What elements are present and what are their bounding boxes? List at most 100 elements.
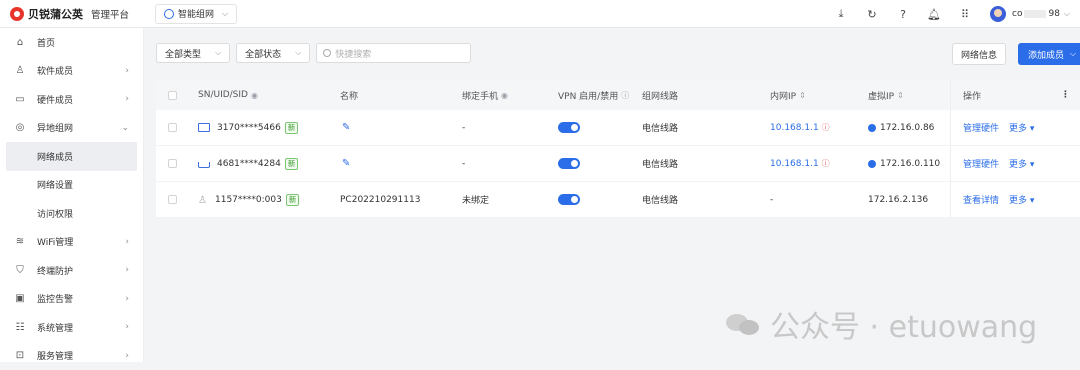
virtual-ip: 172.16.0.86 bbox=[868, 110, 934, 145]
chevron-right-icon: › bbox=[125, 265, 129, 275]
person-icon: ♙ bbox=[198, 195, 208, 205]
column-settings-icon[interactable]: ⋮ bbox=[1061, 80, 1070, 110]
help-icon[interactable]: ? bbox=[896, 7, 910, 21]
header-id: SN/UID/SID ◉ bbox=[198, 80, 258, 110]
sidebar-item-label: 终端防护 bbox=[37, 264, 73, 277]
virtual-ip-text: 172.16.0.86 bbox=[880, 123, 934, 133]
device-id: ♙ 1157****0:003 新 bbox=[198, 182, 299, 217]
sidebar-item-monitoring[interactable]: ▣ 监控告警 › bbox=[0, 285, 143, 314]
sidebar-item-hardware-members[interactable]: ▭ 硬件成员 › bbox=[0, 85, 143, 114]
sidebar-item-system[interactable]: ☷ 系统管理 › bbox=[0, 313, 143, 342]
download-icon[interactable]: ⤓ bbox=[834, 7, 848, 21]
status-dot-icon bbox=[868, 160, 876, 168]
warning-icon[interactable]: ⓘ bbox=[822, 158, 830, 169]
brand-logo-icon bbox=[10, 7, 24, 21]
app-switcher[interactable]: 智能组网 ⌵ bbox=[155, 4, 237, 24]
router-icon bbox=[198, 123, 210, 132]
sidebar-item-label: 硬件成员 bbox=[37, 93, 73, 106]
header-name: 名称 bbox=[340, 80, 358, 110]
sidebar-item-access-permissions[interactable]: 访问权限 bbox=[0, 199, 143, 228]
settings-icon: ☷ bbox=[14, 322, 26, 333]
status-filter-value: 全部状态 bbox=[245, 47, 281, 60]
chevron-down-icon: ⌵ bbox=[222, 9, 228, 19]
table-row: 3170****5466 新 ✎ - 电信线路 10.168.1.1 ⓘ 172… bbox=[156, 110, 1080, 146]
type-filter-value: 全部类型 bbox=[165, 47, 201, 60]
row-checkbox[interactable] bbox=[168, 146, 177, 181]
header-lan-ip: 内网IP ⇕ bbox=[770, 80, 806, 110]
lan-ip-link[interactable]: 10.168.1.1 bbox=[770, 159, 819, 169]
new-badge: 新 bbox=[285, 158, 299, 170]
help-icon[interactable]: ⓘ bbox=[621, 90, 629, 101]
avatar[interactable] bbox=[990, 6, 1006, 22]
manage-hardware-link[interactable]: 管理硬件 bbox=[963, 157, 999, 170]
type-filter-select[interactable]: 全部类型 ⌵ bbox=[156, 43, 230, 63]
add-member-button[interactable]: 添加成员 ⌵ bbox=[1018, 43, 1080, 65]
sidebar-item-wifi[interactable]: ≋ WiFi管理 › bbox=[0, 228, 143, 257]
chevron-right-icon: › bbox=[125, 94, 129, 104]
sidebar-item-label: 网络成员 bbox=[37, 150, 73, 163]
sidebar-item-label: 服务管理 bbox=[37, 349, 73, 362]
lan-ip-link[interactable]: 10.168.1.1 bbox=[770, 123, 819, 133]
sidebar-item-service[interactable]: ⊡ 服务管理 › bbox=[0, 342, 143, 370]
search-input[interactable]: 快捷搜索 bbox=[316, 43, 471, 63]
row-actions: 管理硬件 更多 ▾ bbox=[950, 146, 1080, 181]
vpn-toggle[interactable] bbox=[558, 146, 580, 181]
sidebar-item-label: 系统管理 bbox=[37, 321, 73, 334]
grid-apps-icon[interactable]: ⠿ bbox=[958, 7, 972, 21]
new-badge: 新 bbox=[286, 194, 300, 206]
eye-icon[interactable]: ◉ bbox=[251, 91, 258, 100]
more-dropdown[interactable]: 更多 ▾ bbox=[1009, 193, 1034, 206]
username-prefix: co bbox=[1012, 9, 1022, 19]
status-dot-icon bbox=[868, 124, 876, 132]
sidebar-item-remote-network[interactable]: ◎ 异地组网 ⌄ bbox=[0, 114, 143, 143]
home-icon: ⌂ bbox=[14, 37, 26, 48]
brand[interactable]: 贝锐蒲公英 管理平台 bbox=[0, 6, 145, 22]
watermark: 公众号 · etuowang bbox=[726, 302, 1037, 346]
row-checkbox[interactable] bbox=[168, 182, 177, 217]
refresh-icon[interactable]: ↻ bbox=[865, 7, 879, 21]
route: 电信线路 bbox=[642, 182, 678, 217]
edit-name-icon[interactable]: ✎ bbox=[342, 110, 350, 145]
sort-icon[interactable]: ⇕ bbox=[897, 91, 904, 100]
sidebar-item-endpoint-protection[interactable]: ⛉ 终端防护 › bbox=[0, 256, 143, 285]
sidebar-item-label: 访问权限 bbox=[37, 207, 73, 220]
virtual-ip: 172.16.0.110 bbox=[868, 146, 940, 181]
sidebar-item-network-members[interactable]: 网络成员 bbox=[6, 142, 137, 171]
more-dropdown[interactable]: 更多 ▾ bbox=[1009, 157, 1034, 170]
network-icon: ◎ bbox=[14, 122, 26, 133]
header-phone: 绑定手机 ◉ bbox=[462, 80, 508, 110]
header-vpn: VPN 启用/禁用 ⓘ bbox=[558, 80, 629, 110]
vpn-toggle[interactable] bbox=[558, 110, 580, 145]
sort-icon[interactable]: ⇕ bbox=[799, 91, 806, 100]
sidebar-item-home[interactable]: ⌂ 首页 bbox=[0, 28, 143, 57]
sidebar-item-label: 异地组网 bbox=[37, 121, 73, 134]
network-info-button[interactable]: 网络信息 bbox=[952, 43, 1006, 65]
select-all-checkbox[interactable] bbox=[168, 80, 177, 110]
view-details-link[interactable]: 查看详情 bbox=[963, 193, 999, 206]
search-icon bbox=[323, 49, 331, 57]
brand-name: 贝锐蒲公英 bbox=[28, 6, 83, 22]
warning-icon[interactable]: ⓘ bbox=[822, 122, 830, 133]
vpn-toggle[interactable] bbox=[558, 182, 580, 217]
manage-hardware-link[interactable]: 管理硬件 bbox=[963, 121, 999, 134]
virtual-ip-text: 172.16.0.110 bbox=[880, 159, 940, 169]
more-dropdown[interactable]: 更多 ▾ bbox=[1009, 121, 1034, 134]
more-label: 更多 bbox=[1009, 196, 1027, 206]
eye-icon[interactable]: ◉ bbox=[501, 91, 508, 100]
router-icon bbox=[198, 162, 210, 168]
route: 电信线路 bbox=[642, 110, 678, 145]
username[interactable]: co 98 ⌵ bbox=[1012, 9, 1070, 19]
chevron-down-icon: ⌵ bbox=[1070, 49, 1076, 59]
row-checkbox[interactable] bbox=[168, 110, 177, 145]
chevron-down-icon: ⌄ bbox=[121, 123, 129, 133]
search-placeholder: 快捷搜索 bbox=[335, 47, 371, 60]
sidebar-item-software-members[interactable]: ♙ 软件成员 › bbox=[0, 57, 143, 86]
header-phone-label: 绑定手机 bbox=[462, 89, 498, 102]
header-route: 组网线路 bbox=[642, 80, 678, 110]
app-switcher-label: 智能组网 bbox=[178, 7, 214, 20]
sidebar-item-network-settings[interactable]: 网络设置 bbox=[0, 171, 143, 200]
table-row: 4681****4284 新 ✎ - 电信线路 10.168.1.1 ⓘ 172… bbox=[156, 146, 1080, 182]
edit-name-icon[interactable]: ✎ bbox=[342, 146, 350, 181]
bell-icon[interactable]: 🔔︎ bbox=[927, 7, 941, 21]
status-filter-select[interactable]: 全部状态 ⌵ bbox=[236, 43, 310, 63]
